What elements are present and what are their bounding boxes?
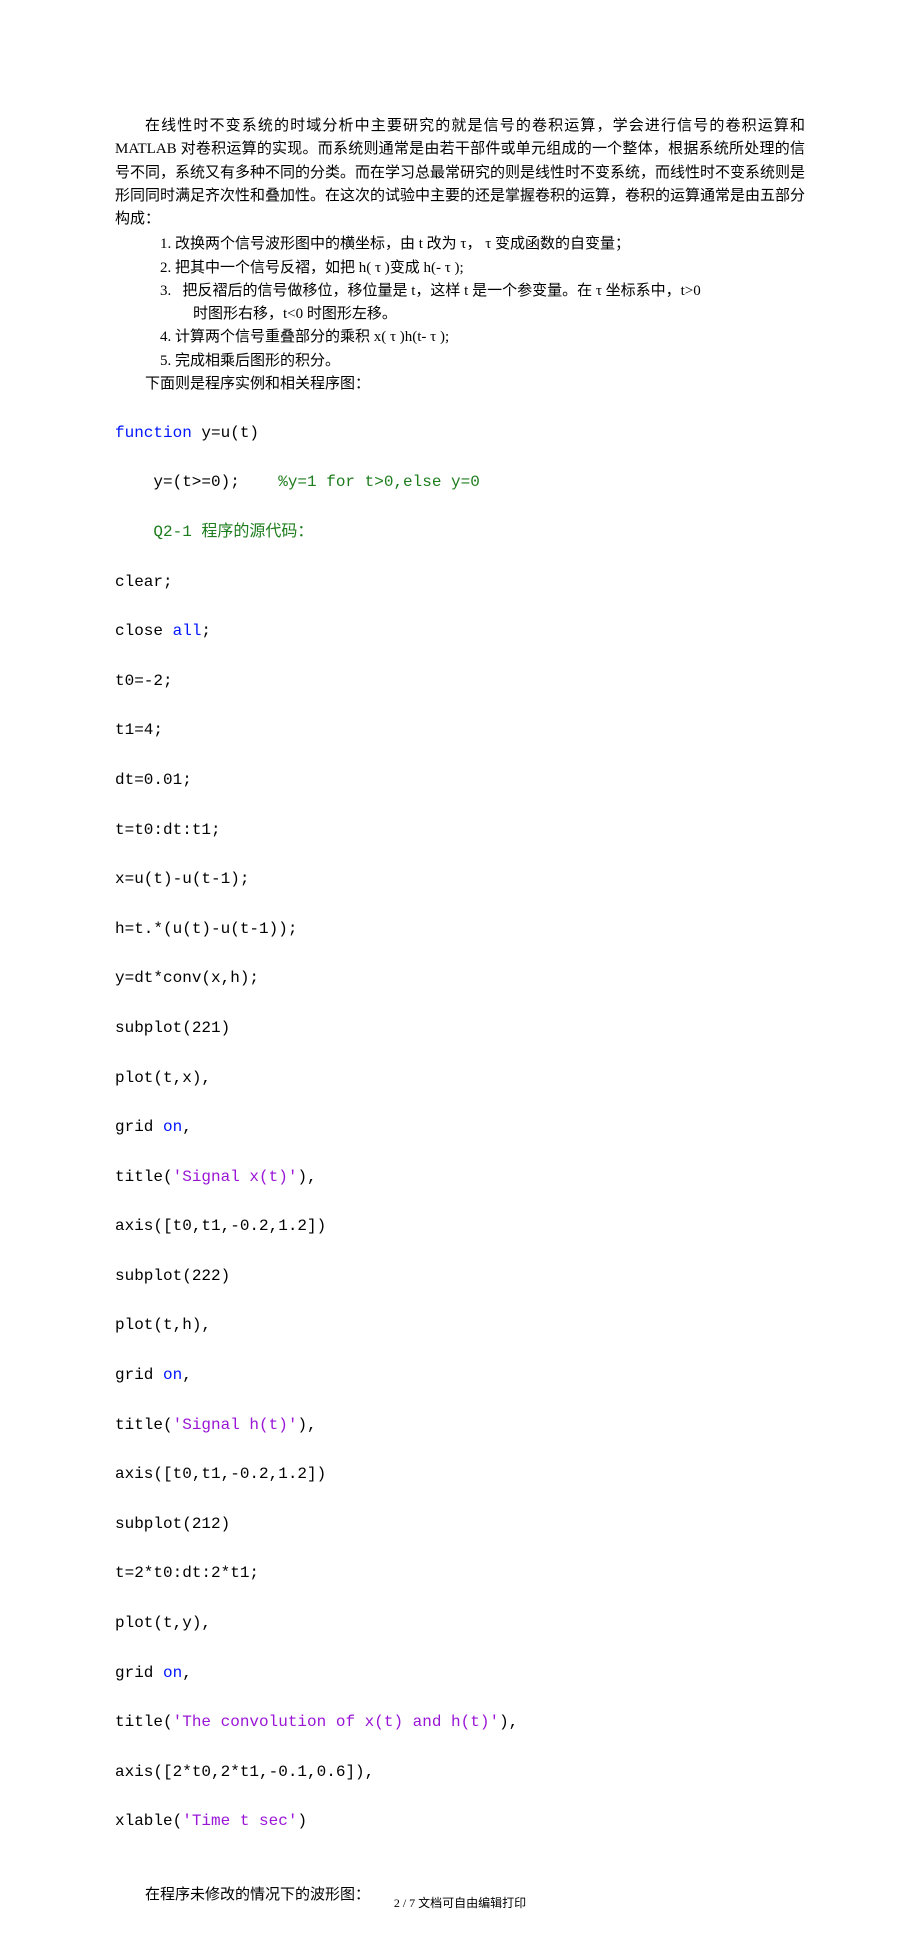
code-text: , (182, 1366, 192, 1384)
string: 'Signal x(t)' (173, 1168, 298, 1186)
steps-list: 1. 改换两个信号波形图中的横坐标，由 t 改为 τ， τ 变成函数的自变量； … (115, 233, 805, 373)
code-line: plot(t,h), (115, 1313, 805, 1338)
code-line: h=t.*(u(t)-u(t-1)); (115, 917, 805, 942)
code-line: x=u(t)-u(t-1); (115, 867, 805, 892)
comment: %y=1 for t>0,else y=0 (278, 473, 480, 491)
keyword: all (173, 622, 202, 640)
step-5: 5. 完成相乘后图形的积分。 (193, 350, 805, 373)
code-text: grid (115, 1366, 163, 1384)
code-line: subplot(212) (115, 1512, 805, 1537)
code-line: dt=0.01; (115, 768, 805, 793)
code-text: y=u(t) (192, 424, 259, 442)
code-text: ), (297, 1416, 316, 1434)
string: 'Signal h(t)' (173, 1416, 298, 1434)
code-line: plot(t,y), (115, 1611, 805, 1636)
keyword: on (163, 1366, 182, 1384)
string: 'The convolution of x(t) and h(t)' (173, 1713, 499, 1731)
code-text: ), (499, 1713, 518, 1731)
code-line: axis([t0,t1,-0.2,1.2]) (115, 1462, 805, 1487)
comment: Q2-1 程序的源代码： (153, 523, 313, 541)
keyword: on (163, 1118, 182, 1136)
code-line: Q2-1 程序的源代码： (115, 520, 805, 545)
code-line: title('The convolution of x(t) and h(t)'… (115, 1710, 805, 1735)
code-line: axis([2*t0,2*t1,-0.1,0.6]), (115, 1760, 805, 1785)
code-line: grid on, (115, 1115, 805, 1140)
code-line: subplot(222) (115, 1264, 805, 1289)
step-4: 4. 计算两个信号重叠部分的乘积 x( τ )h(t- τ ); (193, 326, 805, 349)
code-text: title( (115, 1713, 173, 1731)
steps-followup: 下面则是程序实例和相关程序图： (115, 373, 805, 396)
string: 'Time t sec' (182, 1812, 297, 1830)
code-text: ; (201, 622, 211, 640)
code-line: t=t0:dt:t1; (115, 818, 805, 843)
step-1: 1. 改换两个信号波形图中的横坐标，由 t 改为 τ， τ 变成函数的自变量； (193, 233, 805, 256)
keyword: on (163, 1664, 182, 1682)
code-text: title( (115, 1168, 173, 1186)
step-2: 2. 把其中一个信号反褶，如把 h( τ )变成 h(- τ ); (193, 257, 805, 280)
code-line: plot(t,x), (115, 1066, 805, 1091)
step-3: 3. 把反褶后的信号做移位，移位量是 t，这样 t 是一个参变量。在 τ 坐标系… (193, 280, 805, 327)
code-line: y=dt*conv(x,h); (115, 966, 805, 991)
code-text: y=(t>=0); (153, 473, 278, 491)
code-text: close (115, 622, 173, 640)
code-line: t0=-2; (115, 669, 805, 694)
code-line: xlable('Time t sec') (115, 1809, 805, 1834)
code-line: clear; (115, 570, 805, 595)
code-line: grid on, (115, 1661, 805, 1686)
code-line: grid on, (115, 1363, 805, 1388)
keyword: function (115, 424, 192, 442)
code-text: , (182, 1118, 192, 1136)
code-line: t=2*t0:dt:2*t1; (115, 1561, 805, 1586)
intro-paragraph: 在线性时不变系统的时域分析中主要研究的就是信号的卷积运算，学会进行信号的卷积运算… (115, 115, 805, 231)
code-line: axis([t0,t1,-0.2,1.2]) (115, 1214, 805, 1239)
page-footer: 2 / 7 文档可自由编辑打印 (0, 1894, 920, 1911)
code-line: function y=u(t) (115, 421, 805, 446)
code-line: subplot(221) (115, 1016, 805, 1041)
code-text: grid (115, 1118, 163, 1136)
document-page: 在线性时不变系统的时域分析中主要研究的就是信号的卷积运算，学会进行信号的卷积运算… (0, 0, 920, 1947)
code-line: close all; (115, 619, 805, 644)
code-text: , (182, 1664, 192, 1682)
code-line: title('Signal x(t)'), (115, 1165, 805, 1190)
code-line: t1=4; (115, 718, 805, 743)
code-text: grid (115, 1664, 163, 1682)
code-text: xlable( (115, 1812, 182, 1830)
code-text: ), (297, 1168, 316, 1186)
code-line: y=(t>=0); %y=1 for t>0,else y=0 (115, 470, 805, 495)
code-line: title('Signal h(t)'), (115, 1413, 805, 1438)
code-block: function y=u(t) y=(t>=0); %y=1 for t>0,e… (115, 396, 805, 1884)
code-text: ) (297, 1812, 307, 1830)
code-text: title( (115, 1416, 173, 1434)
